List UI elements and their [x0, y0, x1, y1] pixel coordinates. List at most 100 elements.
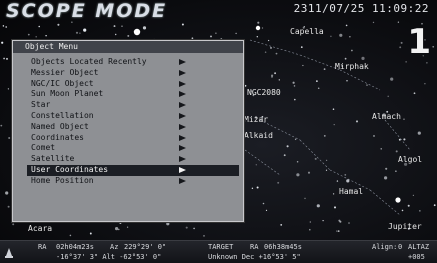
submenu-arrow-icon	[179, 69, 186, 76]
star-dot	[115, 227, 119, 231]
menu-item-label: Star	[31, 100, 51, 110]
star-dot	[380, 148, 382, 150]
menu-item-home-position[interactable]: Home Position	[27, 176, 239, 187]
star-dot	[372, 21, 375, 24]
star-dot	[142, 26, 147, 30]
star-dot	[317, 87, 320, 90]
constellation-line	[299, 139, 331, 171]
star-dot	[366, 84, 368, 86]
star-dot	[325, 159, 328, 161]
star-label-capella: Capella	[290, 27, 324, 36]
star-dot	[403, 118, 405, 121]
star-label-acara: Acara	[28, 224, 53, 233]
submenu-arrow-icon	[179, 156, 186, 163]
star-dot	[390, 77, 394, 81]
submenu-arrow-icon	[179, 145, 186, 152]
menu-item-star[interactable]: Star	[27, 100, 239, 111]
star-dot	[398, 138, 401, 141]
star-dot	[210, 35, 212, 38]
star-dot	[3, 57, 5, 60]
menu-item-label: Home Position	[31, 175, 94, 185]
star-dot	[113, 25, 116, 28]
menu-item-sun-moon-planet[interactable]: Sun Moon Planet	[27, 89, 239, 100]
submenu-arrow-icon	[179, 177, 186, 184]
page-title: SCOPE MODE	[6, 0, 168, 22]
star-dot	[235, 32, 237, 35]
submenu-arrow-icon	[179, 91, 186, 98]
star-dot	[126, 226, 129, 228]
star-dot	[304, 197, 306, 200]
star-dot	[316, 80, 318, 82]
star-dot	[333, 206, 337, 209]
star-dot	[215, 32, 217, 35]
star-dot	[181, 23, 184, 26]
altaz-label: ALTAZ	[408, 243, 430, 251]
star-dot	[7, 205, 10, 208]
menu-item-coordinates[interactable]: Coordinates	[27, 133, 239, 144]
menu-item-ngc-ic-object[interactable]: NGC/IC Object	[27, 79, 239, 90]
menu-item-label: Coordinates	[31, 132, 84, 142]
star-dot	[267, 39, 270, 42]
submenu-arrow-icon	[179, 102, 186, 109]
menu-item-objects-located-recently[interactable]: Objects Located Recently	[27, 57, 239, 68]
menu-item-constellation[interactable]: Constellation	[27, 111, 239, 122]
star-dot	[57, 23, 60, 26]
star-label-jupiter: Jupiter	[388, 222, 422, 231]
star-dot	[278, 79, 280, 81]
menu-item-messier-object[interactable]: Messier Object	[27, 68, 239, 79]
star-dot	[5, 191, 9, 195]
star-dot	[2, 25, 5, 27]
star-dot	[8, 136, 11, 140]
star-dot	[395, 170, 397, 173]
star-dot	[433, 204, 436, 207]
star-dot	[261, 27, 264, 29]
menu-item-user-coordinates[interactable]: User Coordinates	[27, 164, 239, 176]
star-dot	[336, 180, 339, 182]
menu-item-label: User Coordinates	[31, 164, 109, 174]
az-label: Az	[110, 243, 119, 251]
align-value: 0	[398, 243, 403, 251]
star-dot	[387, 95, 389, 98]
target-ra-value: 06h38m45s	[264, 243, 302, 251]
star-dot	[256, 36, 258, 38]
star-dot	[337, 230, 340, 232]
menu-item-label: Comet	[31, 143, 56, 153]
date-time: 2311/07/25 11:09:22	[293, 2, 429, 15]
bright-object	[133, 28, 141, 36]
target-ra-label: RA	[250, 243, 259, 251]
dec-alt-line: -16°37' 3" Alt -62°53' 0"	[56, 253, 162, 261]
submenu-arrow-icon	[179, 123, 186, 130]
star-dot	[27, 33, 30, 36]
star-dot	[325, 169, 328, 171]
menu-item-comet[interactable]: Comet	[27, 143, 239, 154]
star-dot	[121, 25, 123, 27]
star-dot	[38, 25, 40, 28]
menu-item-named-object[interactable]: Named Object	[27, 122, 239, 133]
submenu-arrow-icon	[179, 134, 186, 141]
star-dot	[35, 36, 37, 38]
constellation-line	[369, 189, 401, 216]
menu-item-satellite[interactable]: Satellite	[27, 154, 239, 165]
star-dot	[400, 41, 403, 44]
star-dot	[7, 88, 10, 90]
star-dot	[323, 68, 326, 70]
star-dot	[251, 187, 254, 189]
star-dot	[293, 85, 296, 87]
star-dot	[296, 160, 299, 163]
star-dot	[69, 234, 72, 237]
menu-item-label: Satellite	[31, 154, 75, 164]
menu-item-label: Constellation	[31, 110, 94, 120]
status-bar: RA 02h04m23s Az 229°29' 0" -16°37' 3" Al…	[0, 240, 437, 263]
star-dot	[89, 232, 92, 235]
star-dot	[0, 124, 3, 127]
star-dot	[203, 235, 205, 237]
bright-object	[255, 25, 261, 31]
star-dot	[264, 51, 267, 53]
star-dot	[344, 57, 347, 60]
star-label-almach: Almach	[372, 112, 401, 121]
star-dot	[385, 167, 388, 170]
star-dot	[323, 134, 326, 137]
star-dot	[256, 186, 259, 189]
star-dot	[257, 21, 260, 24]
star-dot	[344, 174, 347, 176]
